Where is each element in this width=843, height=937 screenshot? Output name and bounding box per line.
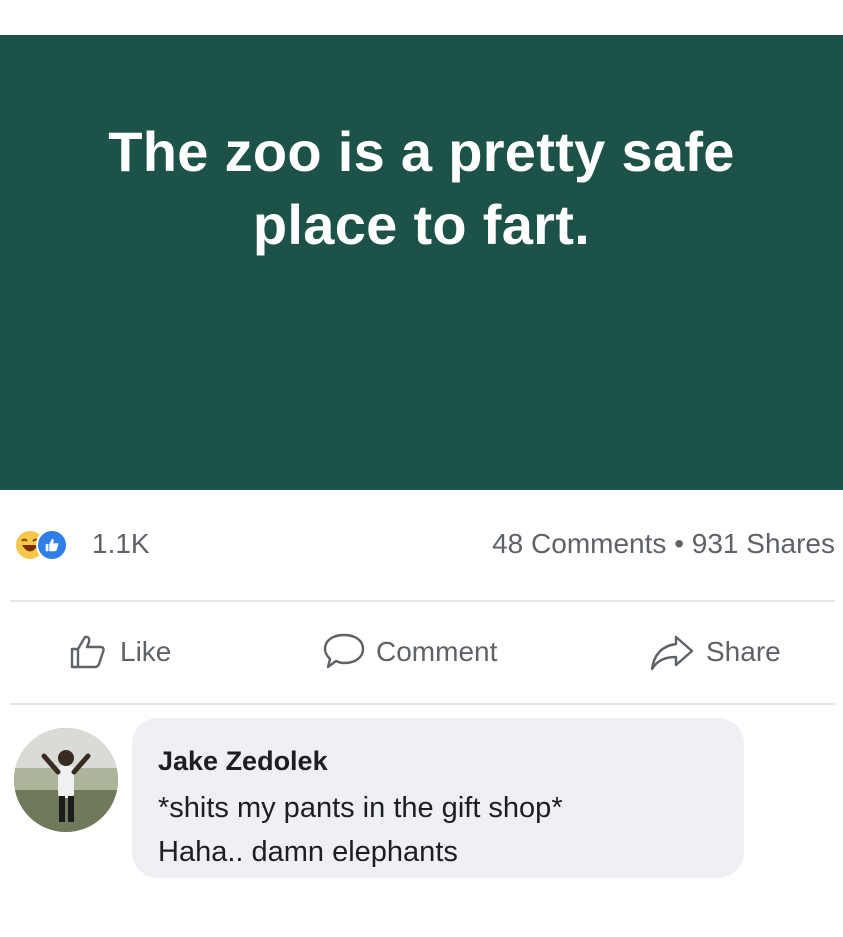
- post-actions-bar: Like Comment Share: [0, 603, 843, 701]
- facebook-post-screenshot: The zoo is a pretty safe place to fart.: [0, 0, 843, 937]
- comment-text: *shits my pants in the gift shop* Haha..…: [158, 786, 733, 874]
- avatar[interactable]: [14, 728, 118, 832]
- share-arrow-icon: [650, 635, 694, 671]
- reaction-count[interactable]: 1.1K: [92, 528, 150, 560]
- stats-divider: [10, 600, 835, 602]
- comment-bubble: Jake Zedolek *shits my pants in the gift…: [132, 718, 744, 878]
- comment-line-1: *shits my pants in the gift shop*: [158, 792, 563, 824]
- post-stats-row: 1.1K 48 Comments • 931 Shares: [0, 510, 843, 580]
- post-text: The zoo is a pretty safe place to fart.: [108, 120, 735, 256]
- reactions-summary[interactable]: [14, 529, 98, 561]
- comment-button[interactable]: Comment: [322, 631, 497, 673]
- like-button[interactable]: Like: [68, 631, 171, 673]
- comment-item: Jake Zedolek *shits my pants in the gift…: [0, 718, 843, 878]
- page-bottom-area: [0, 878, 843, 937]
- stats-separator: •: [674, 528, 684, 559]
- comment-line-2: Haha.. damn elephants: [158, 836, 458, 868]
- like-label: Like: [120, 636, 172, 667]
- comment-author[interactable]: Jake Zedolek: [158, 744, 328, 778]
- speech-bubble-icon: [323, 633, 365, 669]
- comments-count[interactable]: 48 Comments: [492, 528, 666, 559]
- actions-divider: [10, 703, 835, 705]
- post-background-card: The zoo is a pretty safe place to fart.: [0, 35, 843, 490]
- reaction-icons: [14, 529, 98, 561]
- shares-count[interactable]: 931 Shares: [692, 528, 835, 559]
- comment-label: Comment: [376, 636, 498, 667]
- share-label: Share: [706, 636, 781, 667]
- like-reaction-icon: [36, 529, 68, 561]
- thumbs-up-icon: [70, 635, 105, 669]
- share-button[interactable]: Share: [648, 631, 781, 673]
- comments-shares-summary: 48 Comments • 931 Shares: [492, 528, 835, 560]
